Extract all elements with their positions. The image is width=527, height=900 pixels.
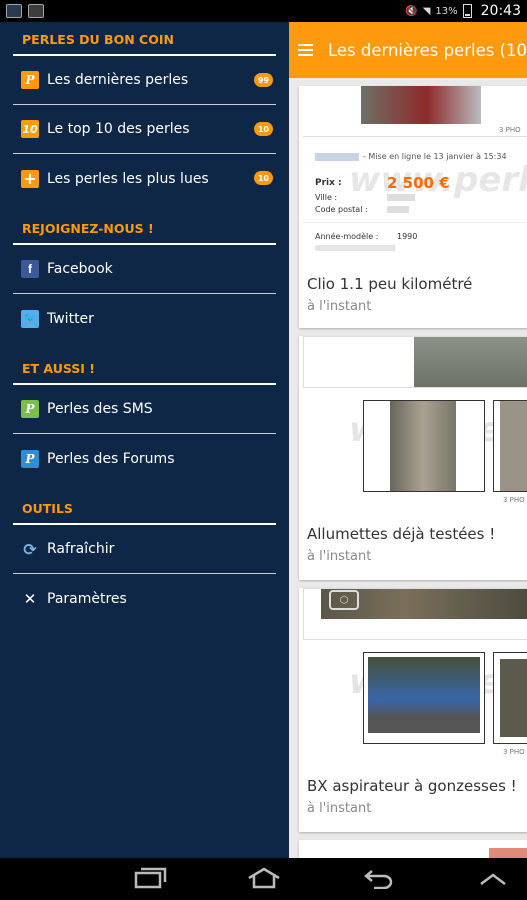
drawer-item-forums[interactable]: P Perles des Forums <box>13 434 276 483</box>
drawer-item-facebook[interactable]: f Facebook <box>13 245 276 294</box>
drawer-item-label: Perles des SMS <box>47 401 153 417</box>
drawer-item-latest[interactable]: P Les dernières perles 99 <box>13 56 276 105</box>
app-notification-icon <box>6 4 22 18</box>
section-header-tools: OUTILS <box>13 483 276 525</box>
post-card[interactable]: ⬡ www.perles 3 PHO BX aspirateur à gonze… <box>299 588 527 832</box>
plus-icon: + <box>21 169 39 188</box>
count-badge: 99 <box>253 73 273 87</box>
section-header-join: REJOIGNEZ-NOUS ! <box>13 203 276 245</box>
refresh-icon: ⟳ <box>23 539 37 559</box>
home-icon[interactable] <box>246 867 282 889</box>
status-bar: 🔇 ◥ 13% 20:43 <box>0 0 527 22</box>
year-value: 1990 <box>397 232 418 241</box>
mute-icon: 🔇 <box>405 5 418 17</box>
count-badge: 10 <box>253 171 273 185</box>
drawer-item-top10[interactable]: 10 Le top 10 des perles 10 <box>13 105 276 154</box>
image-notification-icon <box>28 4 44 18</box>
photo-thumbnail <box>363 652 485 744</box>
main-content: Les dernières perles (10 3 PHO - Mise en… <box>289 22 527 880</box>
system-nav-bar <box>0 858 527 900</box>
drawer-item-label: Paramètres <box>47 590 127 607</box>
sms-perle-icon: P <box>21 400 39 418</box>
photos-count: 3 PHO <box>499 126 521 134</box>
drawer-item-label: Facebook <box>47 261 113 277</box>
post-time: à l'instant <box>307 299 372 314</box>
perle-icon: P <box>21 71 39 89</box>
post-screenshot: ⬡ www.perles 3 PHO <box>299 588 527 763</box>
drawer-item-label: Perles des Forums <box>47 450 175 467</box>
drawer-item-label: Les dernières perles <box>47 72 189 88</box>
post-title: Clio 1.1 peu kilométré <box>307 275 473 293</box>
matches-photo <box>414 337 527 387</box>
tools-icon: ✕ <box>23 589 37 608</box>
drawer-item-most-read[interactable]: + Les perles les plus lues 10 <box>13 154 276 203</box>
blurred-city <box>387 194 415 201</box>
logo-icon: ⬡ <box>329 590 359 610</box>
post-time: à l'instant <box>307 801 372 816</box>
city-label: Ville : <box>315 193 338 202</box>
blurred-postal <box>387 206 409 213</box>
photo-thumbnail <box>493 400 527 492</box>
post-title: Allumettes déjà testées ! <box>307 525 496 543</box>
back-icon[interactable] <box>362 867 396 889</box>
count-badge: 10 <box>253 122 273 136</box>
screen: 🔇 ◥ 13% 20:43 Les dernières perles (10 3… <box>0 0 527 900</box>
clock: 20:43 <box>480 3 521 19</box>
post-card[interactable]: www.perles 3 PHO Allumettes déjà testées… <box>299 336 527 580</box>
drawer-item-label: Les perles les plus lues <box>47 170 209 187</box>
photos-count: 3 PHO <box>503 748 525 756</box>
drawer-item-twitter[interactable]: 🐦 Twitter <box>13 294 276 343</box>
top10-icon: 10 <box>21 120 39 138</box>
postal-label: Code postal : <box>315 205 368 214</box>
facebook-icon: f <box>21 260 39 278</box>
navigation-drawer: PERLES DU BON COIN P Les dernières perle… <box>0 22 289 858</box>
drawer-item-refresh[interactable]: ⟳ Rafraîchir <box>13 525 276 574</box>
post-time: à l'instant <box>307 549 372 564</box>
chevron-up-icon[interactable] <box>478 872 508 886</box>
section-header-perles: PERLES DU BON COIN <box>13 22 276 56</box>
drawer-item-label: Le top 10 des perles <box>47 121 190 137</box>
battery-icon <box>462 4 472 18</box>
price-value: 2 500 € <box>387 174 450 192</box>
section-header-also: ET AUSSI ! <box>13 343 276 385</box>
drawer-item-sms[interactable]: P Perles des SMS <box>13 385 276 434</box>
drawer-item-label: Rafraîchir <box>47 541 115 557</box>
photos-count: 3 PHO <box>503 496 525 504</box>
photo-thumbnail <box>493 652 527 744</box>
drawer-item-settings[interactable]: ✕ Paramètres <box>13 574 276 623</box>
battery-percent: 13% <box>435 5 458 17</box>
price-label: Prix : <box>315 178 342 188</box>
hamburger-menu-icon[interactable] <box>289 44 322 56</box>
drawer-item-label: Twitter <box>47 310 94 327</box>
recent-apps-icon[interactable] <box>134 867 168 889</box>
post-card[interactable]: 3 PHO - Mise en ligne le 13 janvier à 15… <box>299 86 527 328</box>
photo-thumbnail <box>363 400 485 492</box>
year-label: Année-modèle : <box>315 232 379 241</box>
forum-perle-icon: P <box>21 449 39 468</box>
post-title: BX aspirateur à gonzesses ! <box>307 777 517 795</box>
post-screenshot: www.perles 3 PHO <box>299 336 527 511</box>
post-screenshot: 3 PHO - Mise en ligne le 13 janvier à 15… <box>299 86 527 261</box>
twitter-icon: 🐦 <box>21 309 39 328</box>
page-title: Les dernières perles (10 <box>327 40 527 60</box>
action-bar: Les dernières perles (10 <box>289 22 527 78</box>
car-photo <box>361 86 481 124</box>
wifi-icon: ◥ <box>422 5 431 17</box>
